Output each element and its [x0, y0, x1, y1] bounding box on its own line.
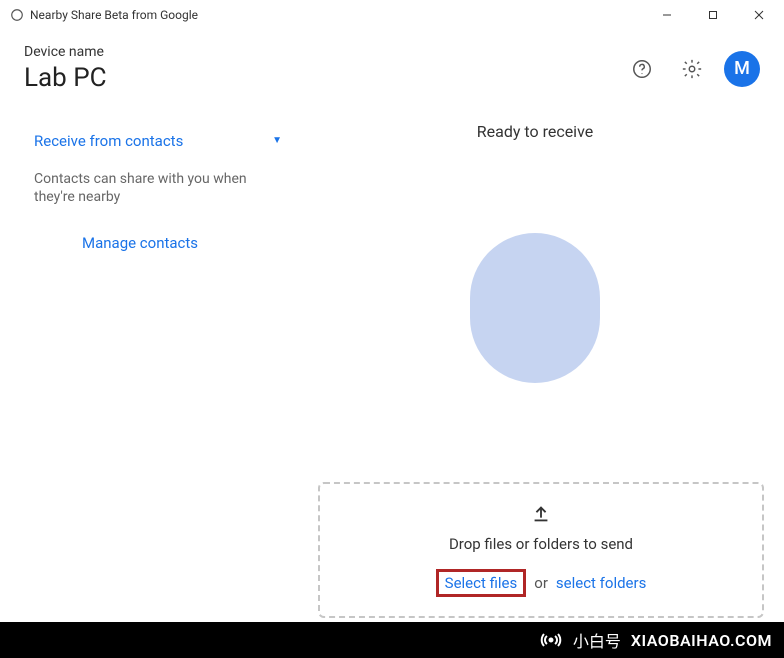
- window-controls: [644, 0, 782, 30]
- help-button[interactable]: [624, 51, 660, 87]
- window-title: Nearby Share Beta from Google: [30, 8, 198, 22]
- device-name-label: Device name: [24, 44, 107, 61]
- avatar-initial: M: [734, 58, 750, 79]
- visibility-label: Receive from contacts: [34, 132, 183, 150]
- select-files-button[interactable]: Select files: [436, 569, 527, 597]
- help-icon: [631, 58, 653, 80]
- gear-icon: [681, 58, 703, 80]
- status-text: Ready to receive: [477, 122, 593, 141]
- visibility-description: Contacts can share with you when they're…: [34, 170, 254, 206]
- settings-button[interactable]: [674, 51, 710, 87]
- watermark-bar: 小白号 XIAOBAIHAO.COM: [0, 622, 784, 658]
- upload-icon: [530, 503, 552, 525]
- content: Ready to receive: [310, 114, 784, 383]
- device-block: Device name Lab PC: [24, 44, 107, 94]
- chevron-down-icon: ▼: [272, 135, 282, 146]
- main: Receive from contacts ▼ Contacts can sha…: [0, 100, 784, 383]
- watermark-url: XIAOBAIHAO.COM: [631, 631, 772, 650]
- watermark-cn: 小白号: [573, 628, 621, 652]
- header: Device name Lab PC M: [0, 30, 784, 100]
- sidebar: Receive from contacts ▼ Contacts can sha…: [0, 114, 310, 383]
- select-folders-button[interactable]: select folders: [556, 574, 646, 592]
- app-icon: [10, 8, 24, 22]
- maximize-button[interactable]: [690, 0, 736, 30]
- visibility-dropdown[interactable]: Receive from contacts ▼: [34, 128, 282, 154]
- or-text: or: [534, 574, 548, 592]
- manage-contacts-link[interactable]: Manage contacts: [82, 234, 282, 252]
- broadcast-icon: [539, 628, 563, 652]
- header-actions: M: [624, 51, 760, 87]
- close-button[interactable]: [736, 0, 782, 30]
- drop-zone[interactable]: Drop files or folders to send Select fil…: [318, 482, 764, 618]
- ready-indicator: [470, 233, 600, 383]
- titlebar: Nearby Share Beta from Google: [0, 0, 784, 30]
- minimize-button[interactable]: [644, 0, 690, 30]
- drop-instruction: Drop files or folders to send: [449, 535, 633, 553]
- device-name: Lab PC: [24, 63, 107, 94]
- titlebar-left: Nearby Share Beta from Google: [10, 8, 198, 22]
- drop-actions: Select files or select folders: [436, 569, 647, 597]
- avatar[interactable]: M: [724, 51, 760, 87]
